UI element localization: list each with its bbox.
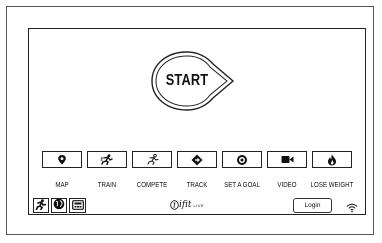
start-button[interactable]: START xyxy=(147,48,237,114)
video-camera-icon xyxy=(281,155,294,164)
train-button[interactable] xyxy=(87,151,127,168)
target-icon xyxy=(236,154,248,166)
video-button[interactable] xyxy=(267,151,307,168)
set-a-goal-label: SET A GOAL xyxy=(224,180,260,189)
compete-button[interactable] xyxy=(132,151,172,168)
globe-icon xyxy=(53,197,65,215)
globe-button[interactable] xyxy=(51,198,67,213)
runner-profile-button[interactable] xyxy=(33,198,49,213)
track-button[interactable] xyxy=(177,151,217,168)
flame-icon xyxy=(327,154,337,166)
map-label: MAP xyxy=(55,180,69,189)
runner-icon xyxy=(100,154,114,165)
lose-weight-label: LOSE WEIGHT xyxy=(310,180,354,189)
video-label: VIDEO xyxy=(277,180,297,189)
track-icon xyxy=(191,154,203,166)
track-label: TRACK xyxy=(186,180,208,189)
console-display-button[interactable] xyxy=(69,198,86,213)
sprinter-icon xyxy=(145,154,159,165)
map-pin-icon xyxy=(57,154,67,165)
login-button[interactable]: Login xyxy=(293,198,332,213)
compete-label: COMPETE xyxy=(136,180,168,189)
logo-sub-text: LIVE xyxy=(193,202,205,208)
ifit-live-logo: ifit LIVE xyxy=(170,198,204,212)
train-label: TRAIN xyxy=(97,180,117,189)
set-a-goal-button[interactable] xyxy=(222,151,262,168)
logo-main-text: ifit xyxy=(179,200,192,210)
lose-weight-button[interactable] xyxy=(312,151,352,168)
ifit-logo-mark xyxy=(170,200,179,210)
console-display-icon xyxy=(71,197,84,215)
map-button[interactable] xyxy=(42,151,82,168)
start-label: START xyxy=(165,72,209,89)
wifi-icon xyxy=(346,200,358,213)
runner-profile-icon xyxy=(35,197,47,215)
